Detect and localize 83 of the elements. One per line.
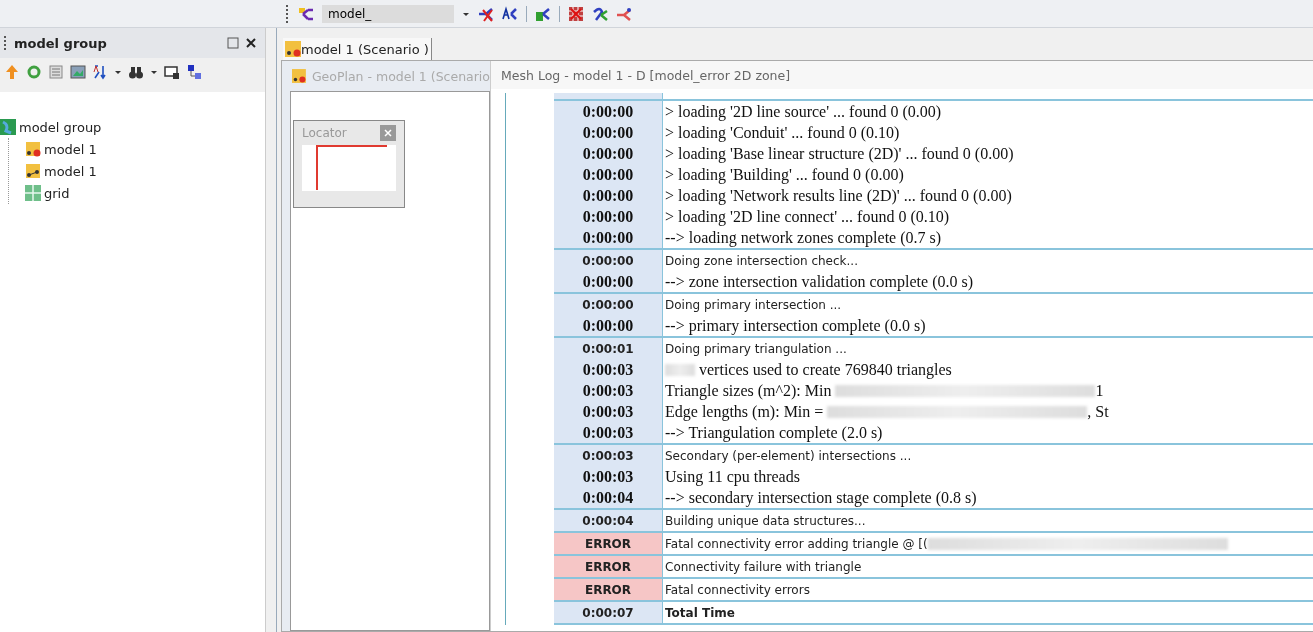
tree-item[interactable]: model group — [19, 119, 102, 135]
error-message: Fatal connectivity errors — [665, 582, 810, 597]
error-label: ERROR — [554, 556, 663, 577]
text-network-icon[interactable] — [502, 5, 518, 22]
sort-icon[interactable] — [92, 64, 108, 80]
log-message: --> secondary intersection stage complete (0.8 s) — [665, 488, 977, 507]
monitor-icon[interactable] — [164, 64, 180, 80]
branch-network-icon[interactable] — [616, 5, 632, 22]
timestamp-cell: 0:00:03 — [554, 466, 663, 487]
nodes-icon[interactable] — [186, 64, 202, 80]
log-message: > loading 'Base linear structure (2D)' ... found 0 (0.00) — [665, 144, 1014, 163]
window-title: Mesh Log - model 1 - D [model_error 2D zone] — [491, 61, 1313, 89]
globe-icon — [0, 119, 16, 135]
log-message: --> zone intersection validation complete (0.0 s) — [665, 272, 974, 291]
tree-network-icon[interactable] — [535, 5, 551, 22]
maximize-icon[interactable] — [227, 37, 239, 49]
log-message: > loading 'Network results line (2D)' ... found 0 (0.00) — [665, 186, 1012, 205]
timestamp-cell: 0:00:00 — [554, 143, 663, 164]
log-message: > loading 'Conduit' ... found 0 (0.10) — [665, 123, 900, 142]
grid-icon — [25, 185, 41, 201]
log-message: > loading '2D line source' ... found 0 (0.00) — [665, 102, 942, 121]
log-message: Edge lengths (m): Min = — [665, 402, 825, 421]
model-error-icon — [285, 41, 301, 57]
model-error-icon — [25, 141, 41, 157]
model-error-icon — [292, 68, 306, 84]
timestamp-cell: 0:00:00 — [554, 164, 663, 185]
timestamp-cell: 0:00:01 — [554, 338, 663, 359]
panel-title: Locator — [302, 126, 347, 140]
log-message: > loading '2D line connect' ... found 0 (0.10) — [665, 207, 950, 226]
timestamp-cell: 0:00:03 — [554, 359, 663, 380]
timestamp-cell: 0:00:00 — [554, 227, 663, 248]
timestamp-cell: 0:00:00 — [554, 294, 663, 315]
timestamp-cell: 0:00:00 — [554, 271, 663, 292]
caret-icon[interactable] — [150, 68, 158, 76]
log-heading: Doing primary intersection ... — [665, 297, 842, 312]
timestamp-cell: 0:00:00 — [554, 185, 663, 206]
error-label: ERROR — [554, 533, 663, 554]
timestamp-cell: 0:00:04 — [554, 510, 663, 531]
log-message: Triangle sizes (m^2): Min — [665, 381, 833, 400]
error-message: Fatal connectivity error adding triangle @ [( — [665, 536, 928, 551]
tree-item[interactable]: grid — [44, 185, 70, 201]
binoculars-icon[interactable] — [128, 64, 144, 80]
model-icon — [25, 163, 41, 179]
timestamp-cell: 0:00:00 — [554, 206, 663, 227]
log-message: --> Triangulation complete (2.0 s) — [665, 423, 883, 442]
timestamp-cell: 0:00:03 — [554, 401, 663, 422]
document-tab[interactable]: model 1 (Scenario ) — [283, 38, 432, 60]
timestamp-cell: 0:00:07 — [554, 602, 663, 623]
log-heading: Secondary (per-element) intersections ... — [665, 448, 912, 463]
timestamp-cell: 0:00:00 — [554, 250, 663, 271]
log-heading: Building unique data structures... — [665, 513, 866, 528]
log-message: 1 — [1095, 381, 1104, 400]
tree-item[interactable]: model 1 — [44, 141, 97, 157]
image-icon[interactable] — [70, 64, 86, 80]
log-message: Using 11 cpu threads — [665, 467, 800, 486]
timestamp-cell: 0:00:03 — [554, 422, 663, 443]
panel-title: model group — [14, 35, 108, 51]
loop-network-icon[interactable] — [592, 5, 608, 22]
network-icon[interactable] — [298, 5, 314, 22]
log-message: --> primary intersection complete (0.0 s) — [665, 316, 926, 335]
refresh-icon[interactable] — [26, 64, 42, 80]
error-message: Connectivity failure with triangle — [665, 559, 862, 574]
model-field[interactable]: model_ — [322, 4, 454, 23]
caret-icon[interactable] — [114, 68, 122, 76]
timestamp-cell: 0:00:00 — [554, 122, 663, 143]
window-title: GeoPlan - model 1 (Scenario — [311, 68, 490, 84]
log-heading: Doing primary triangulation ... — [665, 341, 847, 356]
close-icon[interactable] — [245, 37, 257, 49]
cross-network-icon[interactable] — [478, 5, 494, 22]
timestamp-cell: 0:00:03 — [554, 445, 663, 466]
timestamp-cell: 0:00:00 — [554, 101, 663, 122]
timestamp-cell: 0:00:04 — [554, 487, 663, 508]
timestamp-cell: 0:00:03 — [554, 380, 663, 401]
grid-cross-icon[interactable] — [568, 5, 584, 22]
tree-item[interactable]: model 1 — [44, 163, 97, 179]
log-heading: Doing zone intersection check... — [665, 253, 858, 268]
total-time-label: Total Time — [665, 605, 735, 620]
log-message: vertices used to create 769840 triangles — [698, 360, 952, 379]
log-message: , St — [1087, 402, 1109, 421]
error-label: ERROR — [554, 579, 663, 600]
log-message: --> loading network zones complete (0.7 s) — [665, 228, 942, 247]
timestamp-cell: 0:00:00 — [554, 315, 663, 336]
log-message: > loading 'Building' ... found 0 (0.00) — [665, 165, 904, 184]
